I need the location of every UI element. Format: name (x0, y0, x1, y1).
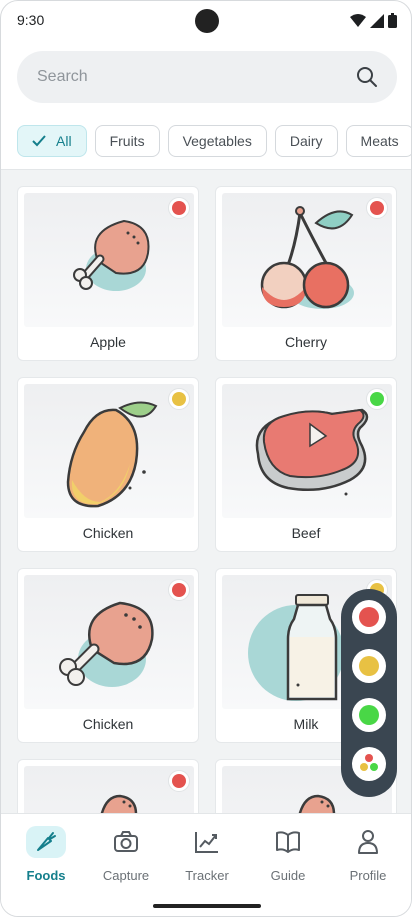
signal-icon (370, 13, 384, 28)
person-icon (348, 826, 388, 858)
nav-label: Foods (26, 868, 66, 883)
category-chips: All Fruits Vegetables Dairy Meats (17, 125, 411, 159)
food-card[interactable] (17, 759, 199, 813)
nav-tracker[interactable]: Tracker (166, 826, 248, 896)
chip-vegetables[interactable]: Vegetables (167, 125, 267, 157)
status-dot-red (366, 197, 388, 219)
mixed-dots-icon (360, 754, 378, 771)
wifi-icon (350, 13, 366, 27)
nav-guide[interactable]: Guide (247, 826, 329, 896)
app-frame: 9:30 All Fruits Vegetables Dairy Meats (0, 0, 412, 917)
carrot-icon (26, 826, 66, 858)
food-name: Beef (291, 525, 321, 541)
status-time: 9:30 (17, 12, 45, 28)
search-bar (17, 51, 397, 103)
nav-label: Capture (102, 868, 150, 883)
nav-foods[interactable]: Foods (5, 826, 87, 896)
search-icon[interactable] (355, 65, 379, 89)
nav-profile[interactable]: Profile (327, 826, 409, 896)
chip-label: Meats (360, 133, 399, 149)
search-input[interactable] (37, 51, 337, 103)
food-name: Cherry (284, 334, 327, 350)
food-name: Chicken (82, 716, 134, 732)
book-icon (268, 826, 308, 858)
chip-dairy[interactable]: Dairy (274, 125, 338, 157)
food-card[interactable]: Chicken (17, 568, 199, 743)
status-dot-red (168, 579, 190, 601)
chip-label: Vegetables (182, 133, 252, 149)
check-icon (32, 135, 46, 147)
status-filter-menu (341, 589, 397, 797)
nav-label: Profile (349, 868, 387, 883)
nav-label: Guide (270, 868, 306, 883)
status-dot-green (366, 388, 388, 410)
food-card[interactable]: Apple (17, 186, 199, 361)
filter-yellow-button[interactable] (352, 649, 386, 683)
chart-icon (187, 826, 227, 858)
food-card[interactable]: Beef (215, 377, 397, 552)
filter-red-button[interactable] (352, 600, 386, 634)
chip-label: Fruits (109, 133, 145, 149)
home-indicator[interactable] (153, 904, 261, 908)
battery-icon (388, 13, 397, 28)
camera-icon (106, 826, 146, 858)
chip-fruits[interactable]: Fruits (94, 125, 160, 157)
food-card[interactable]: Cherry (215, 186, 397, 361)
nav-label: Tracker (185, 868, 229, 883)
food-name: Apple (90, 334, 126, 350)
filter-green-button[interactable] (352, 698, 386, 732)
bottom-nav: Foods Capture Tracker Guide Profile (1, 813, 411, 916)
food-name: Chicken (82, 525, 134, 541)
camera-cutout (195, 9, 219, 33)
food-image (24, 766, 194, 813)
chicken-leg-icon (100, 794, 138, 813)
status-icons (350, 13, 397, 28)
chip-label: Dairy (289, 133, 323, 149)
status-dot-red (168, 197, 190, 219)
chip-all[interactable]: All (17, 125, 87, 157)
status-bar: 9:30 (1, 1, 411, 41)
status-dot-yellow (168, 388, 190, 410)
nav-capture[interactable]: Capture (85, 826, 167, 896)
food-card[interactable]: Chicken (17, 377, 199, 552)
status-dot-red (168, 770, 190, 792)
chip-label: All (56, 133, 72, 149)
filter-all-button[interactable] (352, 747, 386, 781)
chip-meats[interactable]: Meats (345, 125, 411, 157)
